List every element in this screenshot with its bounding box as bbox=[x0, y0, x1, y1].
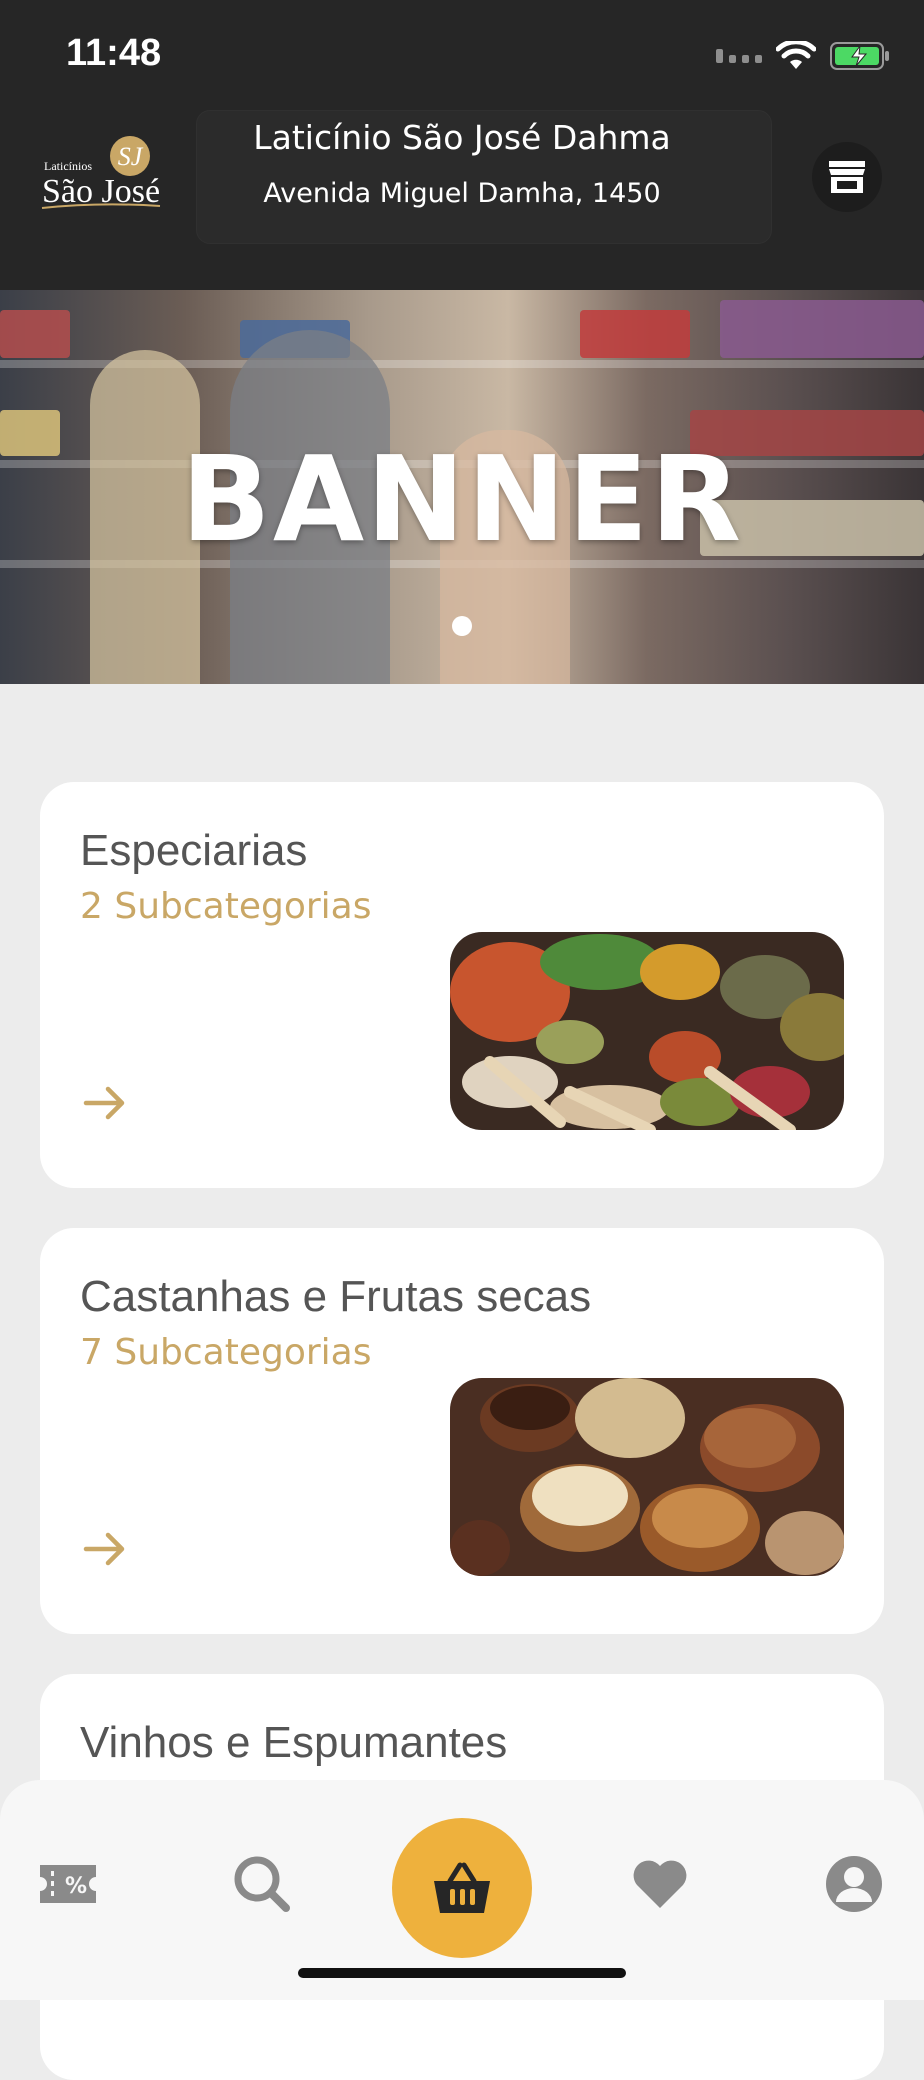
signal-icon bbox=[716, 49, 762, 63]
category-image bbox=[450, 1378, 844, 1576]
carousel-indicator[interactable] bbox=[452, 616, 472, 636]
store-name: Laticínio São José Dahma bbox=[253, 118, 671, 157]
arrow-right-icon[interactable] bbox=[80, 1524, 130, 1574]
category-card[interactable]: Castanhas e Frutas secas 7 Subcategorias bbox=[40, 1228, 884, 1634]
status-time: 11:48 bbox=[66, 32, 162, 74]
arrow-right-icon[interactable] bbox=[80, 1078, 130, 1128]
tab-profile[interactable] bbox=[822, 1852, 886, 1916]
wifi-icon bbox=[776, 41, 816, 69]
profile-icon bbox=[826, 1856, 882, 1912]
category-title: Especiarias bbox=[80, 826, 308, 875]
store-address: Avenida Miguel Damha, 1450 bbox=[263, 178, 661, 209]
category-subtitle: 7 Subcategorias bbox=[80, 1332, 372, 1373]
category-image bbox=[450, 932, 844, 1130]
category-card[interactable]: Especiarias 2 Subcategorias bbox=[40, 782, 884, 1188]
status-icons bbox=[716, 38, 890, 74]
svg-text:%: % bbox=[65, 1874, 87, 1899]
store-icon bbox=[829, 161, 865, 193]
store-button[interactable] bbox=[812, 142, 882, 212]
tab-search[interactable] bbox=[230, 1852, 294, 1916]
category-title: Castanhas e Frutas secas bbox=[80, 1272, 592, 1321]
tab-coupons[interactable]: % bbox=[36, 1852, 100, 1916]
logo-small-text: Laticínios bbox=[44, 159, 92, 173]
battery-charging-icon bbox=[830, 42, 889, 70]
banner-title: BANNER bbox=[180, 430, 744, 568]
category-title: Vinhos e Espumantes bbox=[80, 1718, 508, 1767]
tab-cart-button[interactable] bbox=[392, 1818, 532, 1958]
heart-icon bbox=[633, 1860, 687, 1908]
promo-banner[interactable]: BANNER bbox=[0, 290, 924, 684]
coupon-icon: % bbox=[40, 1865, 96, 1903]
tab-favorites[interactable] bbox=[628, 1852, 692, 1916]
category-subtitle: 2 Subcategorias bbox=[80, 886, 372, 927]
home-indicator bbox=[298, 1968, 626, 1978]
basket-icon bbox=[434, 1862, 490, 1913]
search-icon bbox=[234, 1856, 290, 1912]
